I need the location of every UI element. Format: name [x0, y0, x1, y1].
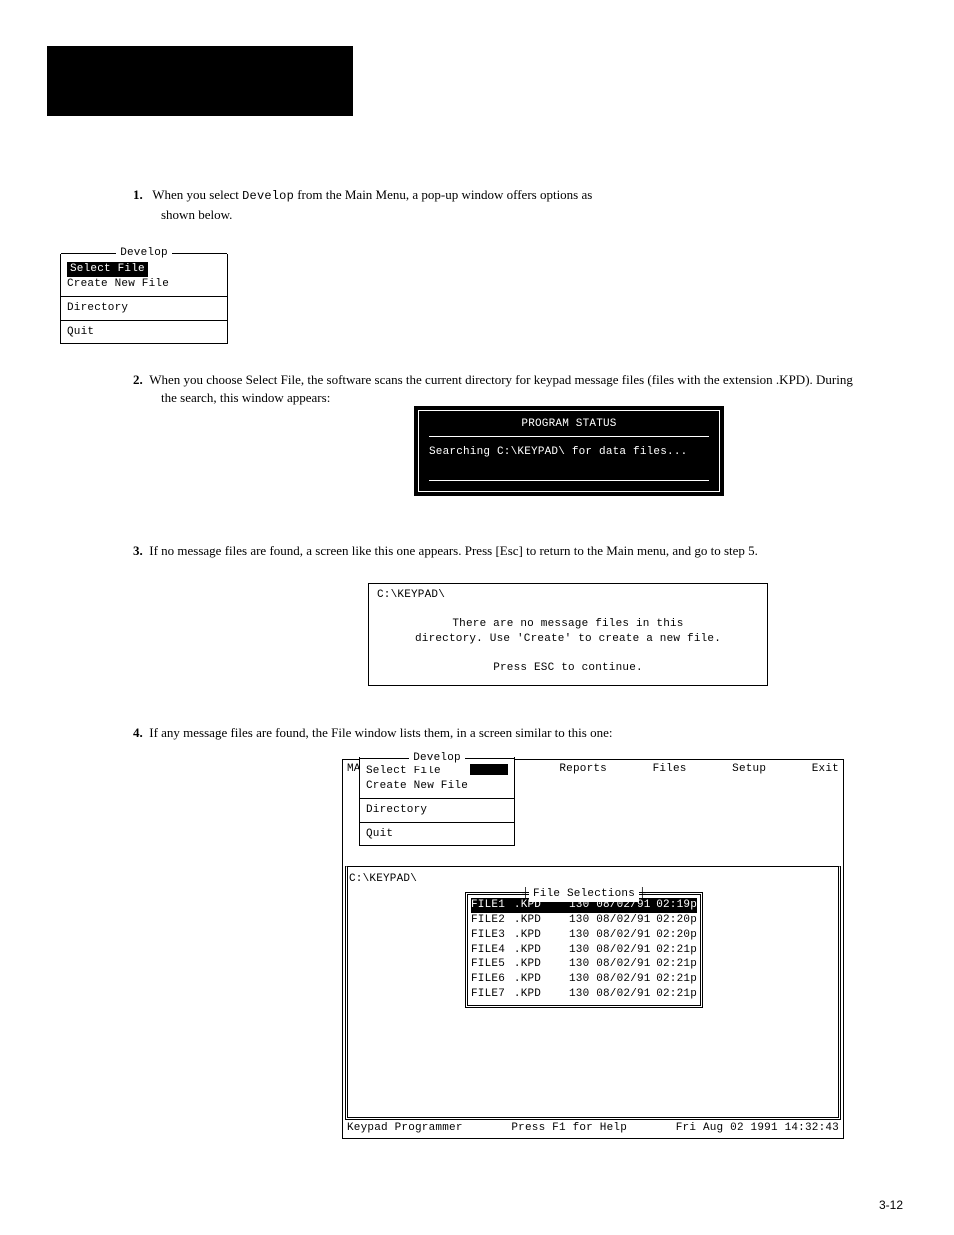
dialog-prompt: Press ESC to continue. — [377, 661, 759, 676]
program-status-dialog: PROGRAM STATUS Searching C:\KEYPAD\ for … — [418, 410, 720, 492]
menu-item-select-file[interactable]: Select File — [366, 764, 441, 779]
body-text: If no message files are found, a screen … — [149, 543, 758, 558]
file-row[interactable]: FILE4.KPD130 08/02/91 02:21p — [471, 943, 697, 958]
file-row[interactable]: FILE5.KPD130 08/02/91 02:21p — [471, 957, 697, 972]
menu-title: Develop — [409, 751, 465, 766]
body-paragraph-3: 3. If no message files are found, a scre… — [133, 542, 863, 562]
status-bar: Keypad Programmer Press F1 for Help Fri … — [345, 1121, 841, 1136]
menu-item-quit[interactable]: Quit — [67, 325, 221, 340]
menu-item-create-new-file[interactable]: Create New File — [366, 779, 508, 794]
main-screen: MAIN Develop r Reports Files Setup Exit … — [342, 759, 844, 1139]
menu-title: Develop — [116, 246, 172, 261]
body-paragraph-4: 4. If any message files are found, the F… — [133, 724, 863, 744]
chapter-heading-block — [47, 46, 353, 116]
file-row[interactable]: FILE2.KPD130 08/02/91 02:20p — [471, 913, 697, 928]
empty-directory-dialog: C:\KEYPAD\ There are no message files in… — [368, 583, 768, 686]
dialog-title: PROGRAM STATUS — [429, 417, 709, 432]
body-text: from the Main Menu, a pop-up window offe… — [297, 187, 592, 202]
body-paragraph-2: 2. When you choose Select File, the soft… — [133, 371, 863, 408]
panel-title: File Selections — [529, 887, 639, 902]
develop-menu: Develop Select File Create New File Dire… — [60, 254, 228, 344]
develop-popup: Develop Select File Create New File Dire… — [359, 757, 515, 846]
page-number: 3-12 — [879, 1197, 903, 1213]
directory-path: C:\KEYPAD\ — [377, 588, 759, 603]
menu-item-directory[interactable]: Directory — [67, 301, 221, 316]
menu-item-setup[interactable]: Setup — [732, 762, 766, 774]
file-row[interactable]: FILE6.KPD130 08/02/91 02:21p — [471, 972, 697, 987]
dialog-message: There are no message files in this — [377, 617, 759, 632]
menu-item-create-new-file[interactable]: Create New File — [67, 277, 221, 292]
status-app-name: Keypad Programmer — [347, 1121, 463, 1136]
menu-item-exit[interactable]: Exit — [812, 762, 839, 774]
menu-item-directory[interactable]: Directory — [366, 803, 508, 818]
file-selections-panel: ┤File Selections├ FILE1.KPD130 08/02/91 … — [465, 892, 703, 1008]
file-row[interactable]: FILE3.KPD130 08/02/91 02:20p — [471, 928, 697, 943]
file-row[interactable]: FILE7.KPD130 08/02/91 02:21p — [471, 987, 697, 1002]
dialog-message: directory. Use 'Create' to create a new … — [377, 632, 759, 647]
body-text: If any message files are found, the File… — [149, 725, 612, 740]
body-text: shown below. — [161, 206, 853, 224]
body-text: When you select — [152, 187, 239, 202]
body-paragraph-1: 1. When you select Develop from the Main… — [133, 186, 853, 226]
status-datetime: Fri Aug 02 1991 14:32:43 — [676, 1121, 839, 1136]
body-text: When you choose Select File, the softwar… — [149, 372, 853, 405]
menu-item-select-file[interactable]: Select File — [67, 262, 148, 277]
status-help-hint: Press F1 for Help — [511, 1121, 627, 1136]
menu-item-files[interactable]: Files — [653, 762, 687, 774]
menu-item-quit[interactable]: Quit — [366, 827, 508, 842]
menu-item-reports[interactable]: Reports — [559, 762, 607, 774]
directory-path: C:\KEYPAD\ — [349, 872, 417, 887]
dialog-message: Searching C:\KEYPAD\ for data files... — [429, 445, 709, 460]
